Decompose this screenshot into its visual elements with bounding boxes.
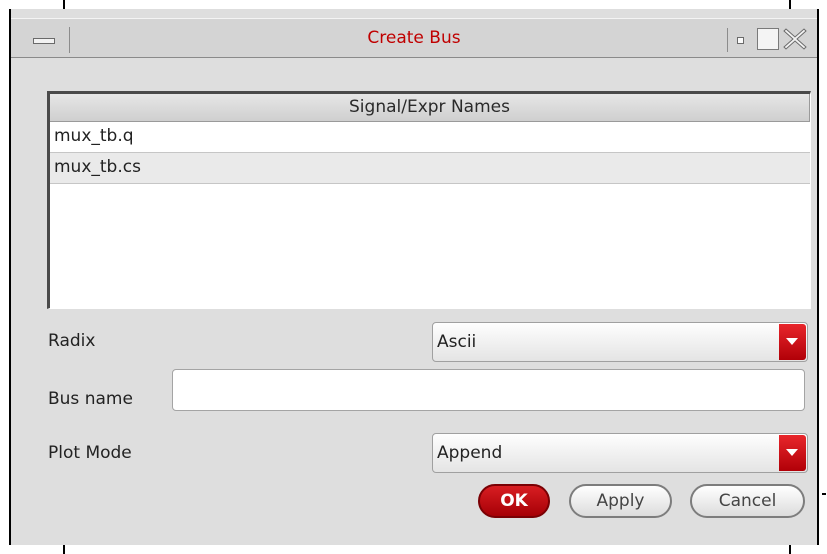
chevron-down-icon[interactable] (779, 324, 806, 360)
chevron-down-icon[interactable] (779, 435, 806, 471)
create-bus-dialog: Create Bus Signal/Expr Names mux_tb.q mu… (9, 9, 819, 545)
close-icon (783, 28, 807, 50)
close-button[interactable] (783, 27, 807, 51)
signal-list-header[interactable]: Signal/Expr Names (50, 94, 810, 122)
radix-select[interactable]: Ascii (432, 322, 808, 362)
window-controls (721, 26, 811, 54)
guide-line-top (63, 0, 65, 9)
guide-line-bottom (789, 545, 791, 554)
plot-mode-label: Plot Mode (48, 443, 132, 463)
guide-line-bottom (63, 545, 65, 554)
plot-mode-select[interactable]: Append (432, 433, 808, 473)
radix-label: Radix (48, 331, 96, 351)
list-item[interactable]: mux_tb.q (50, 122, 810, 153)
minimize-icon (737, 37, 744, 44)
guide-line-top (789, 0, 791, 9)
maximize-button[interactable] (757, 28, 779, 50)
signal-list[interactable]: Signal/Expr Names mux_tb.q mux_tb.cs (47, 91, 811, 309)
radix-value: Ascii (437, 332, 477, 352)
window-title: Create Bus (367, 28, 461, 48)
title-bar[interactable]: Create Bus (11, 18, 817, 58)
cancel-button[interactable]: Cancel (690, 484, 805, 518)
minimize-button[interactable] (727, 28, 753, 52)
bus-name-label: Bus name (48, 389, 133, 409)
bus-name-input[interactable] (172, 369, 805, 411)
ok-button[interactable]: OK (478, 484, 550, 518)
apply-button[interactable]: Apply (569, 484, 672, 518)
list-item[interactable]: mux_tb.cs (50, 153, 810, 184)
plot-mode-value: Append (437, 443, 503, 463)
guide-tick (822, 493, 826, 495)
